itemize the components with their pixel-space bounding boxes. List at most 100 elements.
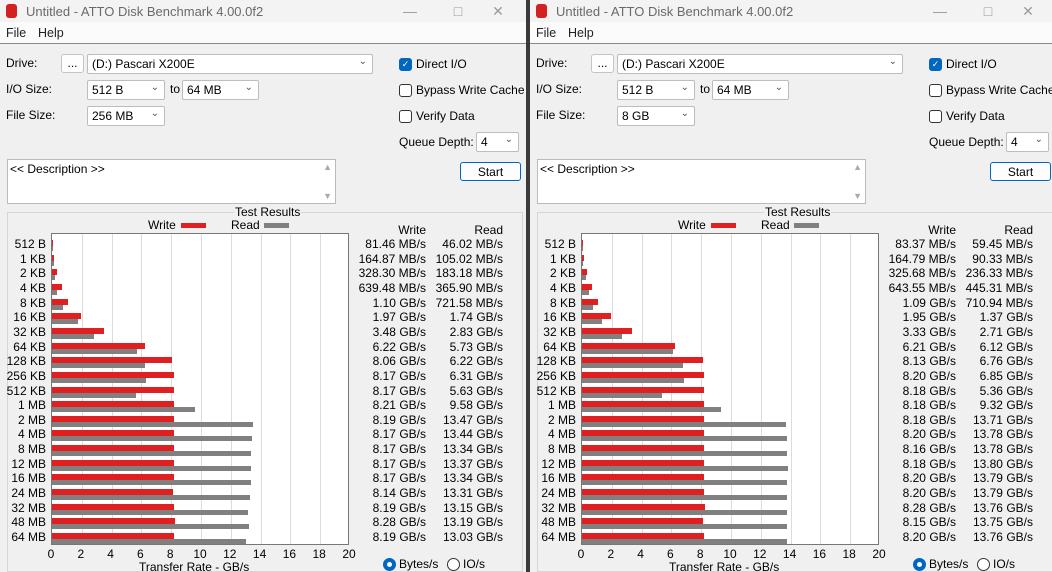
minimize-button[interactable]: — [925,2,955,20]
write-value: 8.18 GB/s [902,383,956,398]
direct-io-checkbox[interactable]: ✓ Direct I/O [929,57,1049,73]
description-textarea[interactable]: << Description >> ▲ ▼ [537,159,866,204]
read-value: 5.36 GB/s [979,383,1033,398]
write-value: 8.20 GB/s [902,368,956,383]
row-label: 24 MB [11,486,46,501]
chevron-down-icon: ⌄ [150,108,159,119]
write-value: 8.28 GB/s [902,500,956,515]
verify-data-checkbox[interactable]: Verify Data [399,109,519,125]
io-per-sec-radio[interactable]: IO/s [447,557,497,572]
drive-select[interactable]: (D:) Pascari X200E ⌄ [87,54,373,74]
write-value: 8.17 GB/s [372,471,426,486]
browse-button[interactable]: ... [61,54,84,73]
io-size-to-select[interactable]: 64 MB ⌄ [712,80,789,100]
x-tick-label: 14 [252,547,267,561]
menu-file[interactable]: File [536,26,556,40]
checkbox-box[interactable] [929,84,942,97]
close-button[interactable]: ✕ [1013,2,1043,20]
minimize-button[interactable]: — [395,2,425,20]
verify-data-checkbox[interactable]: Verify Data [929,109,1049,125]
start-button[interactable]: Start [990,162,1051,181]
read-bar [52,392,136,398]
write-value: 81.46 MB/s [365,237,426,251]
menu-help[interactable]: Help [38,26,64,40]
row-label: 1 MB [547,398,576,413]
x-tick-label: 2 [77,547,85,561]
x-tick-label: 4 [637,547,644,561]
row-label: 512 KB [536,383,576,398]
window-title: Untitled - ATTO Disk Benchmark 4.00.0f2 [556,4,794,19]
read-bar [52,465,252,471]
read-value: 236.33 MB/s [965,266,1033,281]
row-label: 48 MB [11,515,46,530]
io-size-from-select[interactable]: 512 B ⌄ [617,80,695,100]
start-button[interactable]: Start [460,162,521,181]
checkbox-box[interactable] [929,110,942,123]
bytes-per-sec-radio[interactable]: Bytes/s [913,557,973,572]
write-value: 8.17 GB/s [372,456,426,471]
read-value: 13.78 GB/s [972,442,1033,457]
maximize-button[interactable]: □ [973,2,1003,20]
row-label: 48 MB [541,515,576,530]
x-tick-label: 20 [342,547,356,561]
scroll-up-icon[interactable]: ▲ [323,162,332,172]
radio-circle[interactable] [913,558,926,571]
title-bar[interactable]: Untitled - ATTO Disk Benchmark 4.00.0f2 … [530,0,1052,22]
checkbox-box[interactable]: ✓ [929,58,942,71]
read-value: 13.03 GB/s [442,530,503,544]
checkbox-box[interactable] [399,84,412,97]
description-text: << Description >> [10,162,105,176]
row-label: 128 KB [536,354,576,369]
radio-circle[interactable] [977,558,990,571]
bypass-write-cache-checkbox[interactable]: Bypass Write Cache [929,83,1052,99]
bypass-write-cache-label: Bypass Write Cache [946,83,1052,97]
direct-io-label: Direct I/O [946,57,997,71]
verify-data-label: Verify Data [416,109,475,123]
bypass-write-cache-checkbox[interactable]: Bypass Write Cache [399,83,525,99]
write-value: 8.19 GB/s [372,530,426,544]
x-tick-label: 10 [193,547,207,561]
read-value: 445.31 MB/s [965,280,1033,295]
row-label: 2 MB [17,412,46,427]
drive-select[interactable]: (D:) Pascari X200E ⌄ [617,54,903,74]
read-value: 13.76 GB/s [972,500,1033,515]
bypass-write-cache-label: Bypass Write Cache [416,83,525,97]
bytes-per-sec-label: Bytes/s [399,557,439,571]
io-per-sec-radio[interactable]: IO/s [977,557,1027,572]
radio-circle[interactable] [447,558,460,571]
maximize-button[interactable]: □ [443,2,473,20]
radio-circle[interactable] [383,558,396,571]
scroll-up-icon[interactable]: ▲ [853,162,862,172]
checkbox-box[interactable] [399,110,412,123]
checkbox-box[interactable]: ✓ [399,58,412,71]
io-size-from-select[interactable]: 512 B ⌄ [87,80,165,100]
bytes-per-sec-radio[interactable]: Bytes/s [383,557,443,572]
queue-depth-label: Queue Depth: [399,135,474,149]
write-value: 8.20 GB/s [902,427,956,442]
queue-depth-value: 4 [1011,135,1018,149]
close-button[interactable]: ✕ [483,2,513,20]
scroll-down-icon[interactable]: ▼ [323,191,332,201]
write-value: 639.48 MB/s [358,280,426,295]
read-value: 9.58 GB/s [449,398,503,413]
write-value: 8.20 GB/s [902,530,956,544]
file-size-select[interactable]: 8 GB ⌄ [617,106,695,126]
description-textarea[interactable]: << Description >> ▲ ▼ [7,159,336,204]
direct-io-checkbox[interactable]: ✓ Direct I/O [399,57,519,73]
file-size-select[interactable]: 256 MB ⌄ [87,106,165,126]
title-bar[interactable]: Untitled - ATTO Disk Benchmark 4.00.0f2 … [0,0,526,22]
io-size-to-select[interactable]: 64 MB ⌄ [182,80,259,100]
scroll-down-icon[interactable]: ▼ [853,191,862,201]
write-value: 1.10 GB/s [372,295,426,310]
row-label: 256 KB [6,368,46,383]
row-label: 2 KB [549,266,576,281]
row-label: 4 MB [547,427,576,442]
description-text: << Description >> [540,162,635,176]
x-tick-label: 0 [577,547,585,561]
menu-help[interactable]: Help [568,26,594,40]
browse-button[interactable]: ... [591,54,614,73]
menu-file[interactable]: File [6,26,26,40]
queue-depth-select[interactable]: 4 ⌄ [476,132,519,152]
queue-depth-select[interactable]: 4 ⌄ [1006,132,1049,152]
read-value: 5.73 GB/s [449,339,503,354]
